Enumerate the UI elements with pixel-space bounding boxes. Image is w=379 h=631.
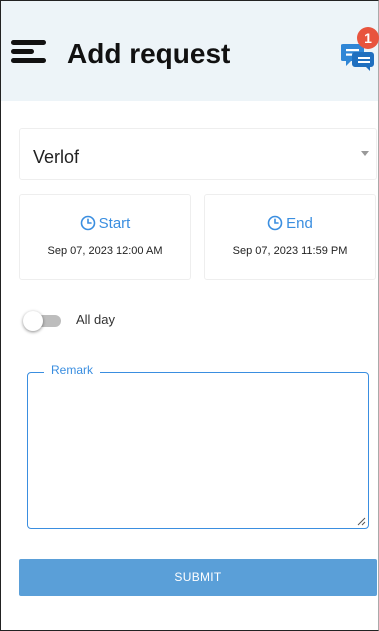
- remark-label: Remark: [44, 363, 101, 377]
- all-day-toggle[interactable]: [23, 311, 63, 331]
- toggle-knob: [23, 311, 43, 331]
- all-day-label: All day: [76, 312, 116, 327]
- end-value: Sep 07, 2023 11:59 PM: [232, 245, 348, 257]
- end-header: End: [205, 215, 375, 232]
- resize-handle-icon[interactable]: [356, 516, 366, 526]
- start-header: Start: [20, 215, 190, 232]
- menu-line-middle: [11, 49, 34, 54]
- end-label: End: [286, 215, 313, 232]
- remark-textarea[interactable]: [27, 372, 369, 529]
- request-type-value: Verlof: [33, 147, 80, 167]
- end-datetime-picker[interactable]: End Sep 07, 2023 11:59 PM: [204, 194, 376, 280]
- clock-icon: [267, 215, 283, 231]
- menu-line-bottom: [11, 58, 46, 63]
- start-label: Start: [98, 215, 131, 232]
- page-title: Add request: [67, 38, 231, 69]
- menu-line-top: [11, 40, 46, 45]
- request-type-select[interactable]: Verlof: [19, 128, 377, 180]
- dropdown-caret-icon: [361, 151, 369, 156]
- hamburger-menu-icon[interactable]: [11, 40, 47, 68]
- submit-button[interactable]: SUBMIT: [19, 559, 377, 596]
- start-value: Sep 07, 2023 12:00 AM: [47, 245, 163, 257]
- clock-icon: [80, 215, 95, 231]
- start-datetime-picker[interactable]: Start Sep 07, 2023 12:00 AM: [19, 194, 191, 280]
- notification-badge[interactable]: 1: [357, 27, 379, 49]
